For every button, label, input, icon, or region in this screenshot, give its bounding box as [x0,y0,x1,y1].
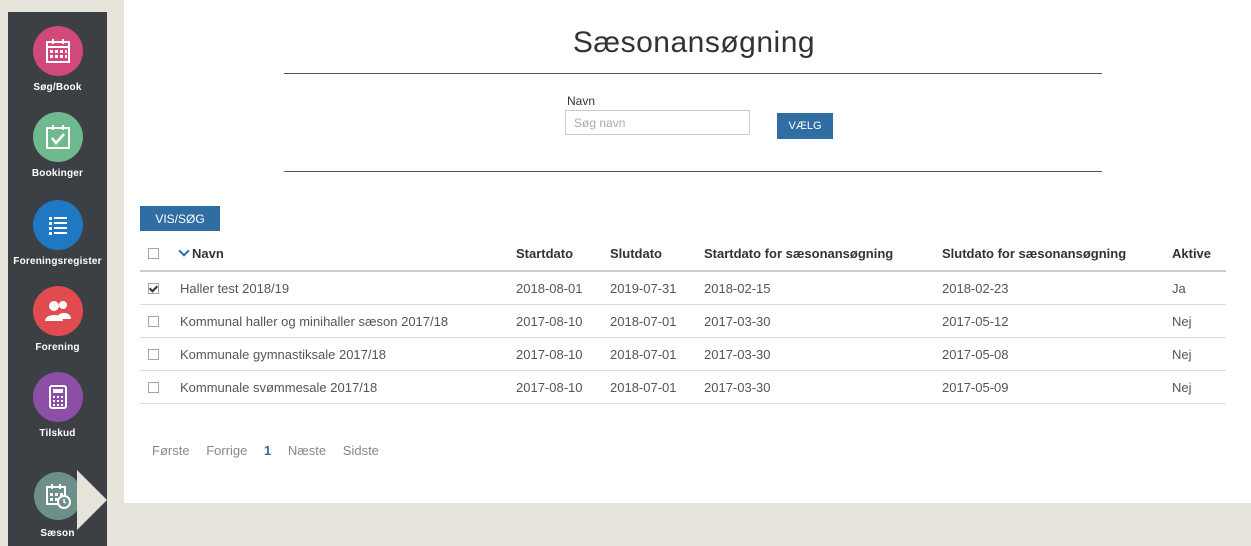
row-checkbox-cell [140,304,172,338]
cell-start: 2017-08-10 [508,304,602,338]
cell-active: Nej [1164,337,1226,371]
season-table: Navn Startdato Slutdato Startdato for sæ… [140,237,1226,404]
cell-app-start: 2017-03-30 [696,370,934,404]
select-all-checkbox[interactable] [148,248,159,260]
sidebar-item-grants[interactable]: Tilskud [8,372,107,439]
sidebar-item-label: Forening [35,342,80,353]
sidebar-item-search-book[interactable]: Søg/Book [8,26,107,93]
sidebar-item-bookings[interactable]: Bookinger [8,112,107,179]
page-title: Sæsonansøgning [572,26,816,59]
select-all-cell [140,237,172,272]
list-icon [32,200,83,250]
row-checkbox[interactable] [148,381,159,393]
pagination-current[interactable]: 1 [264,443,271,458]
cell-start: 2017-08-10 [508,337,602,371]
pagination: Første Forrige 1 Næste Sidste [152,443,392,458]
row-checkbox[interactable] [148,282,159,294]
col-header-end[interactable]: Slutdato [602,237,696,272]
sidebar-item-label: Tilskud [39,428,76,439]
cell-active: Nej [1164,370,1226,404]
calculator-icon [32,372,83,422]
calendar-clock-icon [33,472,82,520]
vis-search-button[interactable]: VIS/SØG [140,206,220,231]
cell-app-start: 2018-02-15 [696,271,934,305]
pagination-next[interactable]: Næste [288,443,326,458]
cell-start: 2018-08-01 [508,271,602,305]
cell-start: 2017-08-10 [508,370,602,404]
cell-name: Kommunal haller og minihaller sæson 2017… [172,304,508,338]
row-checkbox-cell [140,337,172,371]
cell-end: 2018-07-01 [602,370,696,404]
sidebar-item-association[interactable]: Forening [8,286,107,353]
col-header-app-start[interactable]: Startdato for sæsonansøgning [696,237,934,272]
sidebar-item-label: Søg/Book [33,82,82,93]
cell-app-end: 2018-02-23 [934,271,1164,305]
row-checkbox-cell [140,271,172,305]
col-header-start[interactable]: Startdato [508,237,602,272]
sidebar: Søg/Book Bookinger Foreningsregister For… [8,12,107,546]
cell-active: Ja [1164,271,1226,305]
active-indicator [77,470,107,530]
divider-top [284,73,1102,74]
cell-end: 2018-07-01 [602,304,696,338]
col-header-name[interactable]: Navn [172,237,508,272]
sidebar-item-label: Foreningsregister [13,256,102,267]
row-checkbox-cell [140,370,172,404]
main-panel: Sæsonansøgning Navn VÆLG VIS/SØG Navn St… [124,0,1251,503]
cell-name: Kommunale svømmesale 2017/18 [172,370,508,404]
name-search-input[interactable] [565,110,750,135]
cell-active: Nej [1164,304,1226,338]
cell-app-end: 2017-05-12 [934,304,1164,338]
table-row[interactable]: Kommunale svømmesale 2017/18 2017-08-10 … [140,370,1226,404]
col-header-app-end[interactable]: Slutdato for sæsonansøgning [934,237,1164,272]
table-header-row: Navn Startdato Slutdato Startdato for sæ… [140,237,1226,272]
cell-end: 2018-07-01 [602,337,696,371]
col-header-label: Navn [192,246,224,261]
sidebar-item-label: Bookinger [31,168,84,179]
cell-app-start: 2017-03-30 [696,337,934,371]
name-field-label: Navn [567,94,596,108]
cell-name: Kommunale gymnastiksale 2017/18 [172,337,508,371]
cell-end: 2019-07-31 [602,271,696,305]
table-row[interactable]: Kommunal haller og minihaller sæson 2017… [140,304,1226,338]
col-header-active[interactable]: Aktive [1164,237,1226,272]
cell-app-end: 2017-05-09 [934,370,1164,404]
pagination-last[interactable]: Sidste [343,443,379,458]
users-icon [32,286,83,336]
cell-name: Haller test 2018/19 [172,271,508,305]
sidebar-item-register[interactable]: Foreningsregister [8,200,107,267]
cell-app-start: 2017-03-30 [696,304,934,338]
divider-bottom [284,171,1102,172]
row-checkbox[interactable] [148,315,159,327]
pagination-prev[interactable]: Forrige [206,443,247,458]
cell-app-end: 2017-05-08 [934,337,1164,371]
select-button[interactable]: VÆLG [777,113,833,139]
row-checkbox[interactable] [148,348,159,360]
pagination-first[interactable]: Første [152,443,190,458]
table-row[interactable]: Haller test 2018/19 2018-08-01 2019-07-3… [140,271,1226,305]
calendar-grid-icon [32,26,83,76]
calendar-check-icon [32,112,83,162]
table-row[interactable]: Kommunale gymnastiksale 2017/18 2017-08-… [140,337,1226,371]
chevron-down-icon [178,245,190,257]
